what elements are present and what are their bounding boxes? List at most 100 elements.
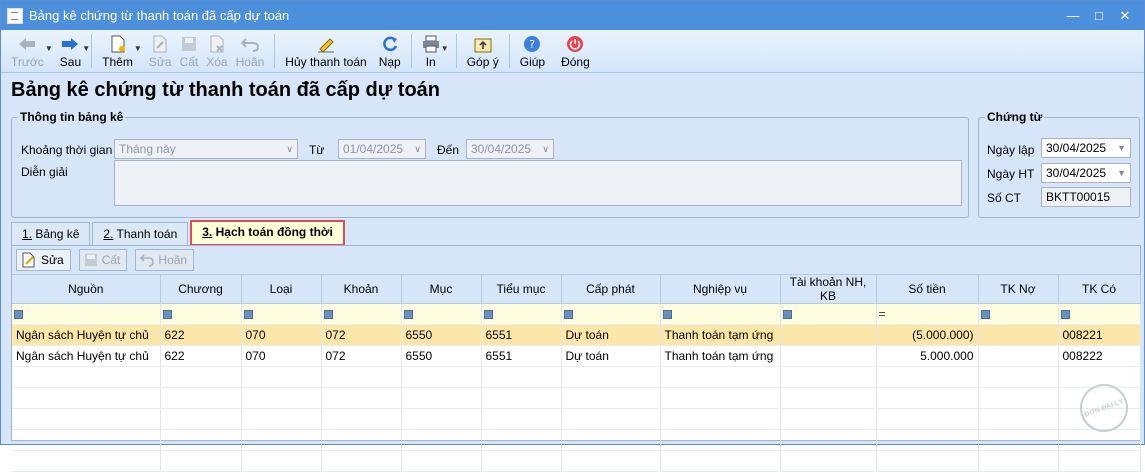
column-header[interactable]: Nghiệp vụ xyxy=(660,275,781,304)
voucher-number-field[interactable]: BKTT00015 xyxy=(1041,187,1131,207)
grid-edit-button[interactable]: Sửa xyxy=(16,249,71,271)
filter-icon[interactable] xyxy=(14,310,23,320)
minimize-button[interactable]: — xyxy=(1060,8,1086,23)
cell-allocation[interactable]: Dự toán xyxy=(561,324,661,346)
add-button[interactable]: Thêm ▼ xyxy=(98,34,142,70)
filter-icon[interactable] xyxy=(162,310,172,320)
reload-button[interactable]: Nạp xyxy=(375,34,405,70)
chevron-down-icon[interactable]: ▼ xyxy=(1117,139,1126,157)
cell-credit-account[interactable]: 008222 xyxy=(1058,345,1141,367)
column-header[interactable]: Chương xyxy=(160,275,242,304)
cell-subsection[interactable]: 6551 xyxy=(481,345,562,367)
filter-icon[interactable] xyxy=(483,310,493,320)
cell-source[interactable]: Ngân sách Huyện tự chủ xyxy=(12,324,161,346)
filter-icon[interactable] xyxy=(782,310,792,320)
cell-subsection[interactable]: 6551 xyxy=(481,324,562,346)
filter-icon[interactable] xyxy=(1060,310,1070,320)
tab-concurrent-accounting[interactable]: 3. Hạch toán đồng thời xyxy=(190,220,345,246)
cell-chapter[interactable]: 622 xyxy=(160,345,242,367)
maximize-button[interactable]: □ xyxy=(1086,8,1112,23)
cell-section[interactable]: 6550 xyxy=(401,324,482,346)
table-row[interactable]: Ngân sách Huyện tự chủ 622 070 072 6550 … xyxy=(12,324,1141,346)
filter-cell[interactable] xyxy=(481,303,562,325)
column-header[interactable]: TK Nợ xyxy=(978,275,1059,304)
cell-amount[interactable]: 5.000.000 xyxy=(876,345,979,367)
table-row[interactable]: Ngân sách Huyện tự chủ 622 070 072 6550 … xyxy=(12,345,1141,367)
close-button[interactable]: Đóng xyxy=(557,34,594,70)
cell-debit-account[interactable] xyxy=(978,324,1059,346)
description-textarea[interactable] xyxy=(114,160,962,206)
prev-button[interactable]: Trước ▼ xyxy=(7,34,53,70)
created-date-field[interactable]: 30/04/2025 ▼ xyxy=(1041,138,1131,158)
chevron-down-icon[interactable]: ▼ xyxy=(82,44,90,53)
filter-cell[interactable]: = xyxy=(876,303,979,325)
filter-cell[interactable] xyxy=(780,303,877,325)
chevron-down-icon[interactable]: ∨ xyxy=(414,140,421,158)
help-button[interactable]: ? Giúp xyxy=(516,34,549,70)
filter-cell[interactable] xyxy=(561,303,661,325)
cell-bank-account[interactable] xyxy=(780,324,877,346)
filter-icon[interactable] xyxy=(662,310,672,320)
cell-type[interactable]: 070 xyxy=(241,345,322,367)
chevron-down-icon[interactable]: ∨ xyxy=(286,140,293,158)
filter-icon[interactable] xyxy=(243,310,253,320)
print-button[interactable]: In ▼ xyxy=(418,34,449,70)
chevron-down-icon[interactable]: ▼ xyxy=(441,44,449,53)
grid-save-button[interactable]: Cất xyxy=(78,249,128,271)
filter-icon[interactable] xyxy=(980,310,990,320)
equals-icon[interactable]: = xyxy=(879,307,886,321)
save-button[interactable]: Cất xyxy=(176,34,203,70)
column-header[interactable]: TK Có xyxy=(1058,275,1141,304)
cell-allocation[interactable]: Dự toán xyxy=(561,345,661,367)
cell-source[interactable]: Ngân sách Huyện tự chủ xyxy=(12,345,161,367)
posted-date-field[interactable]: 30/04/2025 ▼ xyxy=(1041,163,1131,183)
edit-button[interactable]: Sửa xyxy=(145,34,176,70)
column-header[interactable]: Loại xyxy=(241,275,322,304)
close-window-button[interactable]: ✕ xyxy=(1112,8,1138,24)
cell-operation[interactable]: Thanh toán tạm ứng xyxy=(660,345,781,367)
cell-amount[interactable]: (5.000.000) xyxy=(876,324,979,346)
filter-icon[interactable] xyxy=(403,310,413,320)
filter-cell[interactable] xyxy=(660,303,781,325)
cell-item[interactable]: 072 xyxy=(321,324,402,346)
tab-list[interactable]: 1. Bảng kê xyxy=(11,222,91,245)
chevron-down-icon[interactable]: ∨ xyxy=(542,140,549,158)
cell-type[interactable]: 070 xyxy=(241,324,322,346)
column-header[interactable]: Khoản xyxy=(321,275,402,304)
period-select[interactable]: Tháng này ∨ xyxy=(114,139,298,159)
filter-cell[interactable] xyxy=(1058,303,1141,325)
next-button[interactable]: Sau ▼ xyxy=(56,34,90,70)
filter-cell[interactable] xyxy=(321,303,402,325)
tab-payment[interactable]: 2. Thanh toán xyxy=(92,222,189,245)
feedback-button[interactable]: Góp ý xyxy=(463,34,503,70)
cell-operation[interactable]: Thanh toán tạm ứng xyxy=(660,324,781,346)
cell-chapter[interactable]: 622 xyxy=(160,324,242,346)
chevron-down-icon[interactable]: ▼ xyxy=(45,44,53,53)
filter-icon[interactable] xyxy=(323,310,333,320)
to-date-field[interactable]: 30/04/2025 ∨ xyxy=(466,139,554,159)
cell-credit-account[interactable]: 008221 xyxy=(1058,324,1141,346)
cell-bank-account[interactable] xyxy=(780,345,877,367)
filter-cell[interactable] xyxy=(978,303,1059,325)
column-header[interactable]: Mục xyxy=(401,275,482,304)
filter-cell[interactable] xyxy=(401,303,482,325)
grid-undo-button[interactable]: Hoãn xyxy=(135,249,195,271)
column-header[interactable]: Số tiền xyxy=(876,275,979,304)
column-header[interactable]: Tài khoản NH, KB xyxy=(780,275,877,304)
from-date-field[interactable]: 01/04/2025 ∨ xyxy=(338,139,426,159)
chevron-down-icon[interactable]: ▼ xyxy=(134,44,142,53)
cell-item[interactable]: 072 xyxy=(321,345,402,367)
filter-cell[interactable] xyxy=(241,303,322,325)
filter-icon[interactable] xyxy=(563,310,573,320)
column-header[interactable]: Cấp phát xyxy=(561,275,661,304)
delete-button[interactable]: Xóa xyxy=(202,34,231,70)
cell-debit-account[interactable] xyxy=(978,345,1059,367)
chevron-down-icon[interactable]: ▼ xyxy=(1117,164,1126,182)
filter-cell[interactable] xyxy=(12,303,161,325)
undo-button[interactable]: Hoãn xyxy=(232,34,269,70)
column-header[interactable]: Tiểu mục xyxy=(481,275,562,304)
column-header[interactable]: Nguồn xyxy=(12,275,161,304)
cancel-payment-button[interactable]: Hủy thanh toán xyxy=(281,34,370,70)
cell-section[interactable]: 6550 xyxy=(401,345,482,367)
filter-cell[interactable] xyxy=(160,303,242,325)
